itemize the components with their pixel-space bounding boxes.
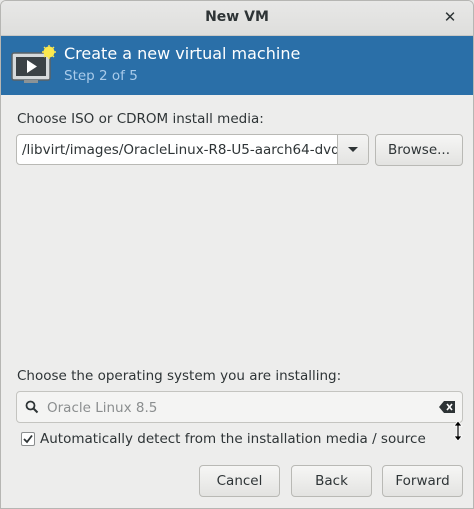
- checkmark-icon: [23, 434, 33, 444]
- close-icon[interactable]: ✕: [441, 8, 459, 26]
- window-title: New VM: [205, 9, 269, 25]
- back-button[interactable]: Back: [291, 465, 372, 497]
- os-search-field: [16, 391, 463, 423]
- banner-heading: Create a new virtual machine: [64, 44, 301, 63]
- new-vm-window: New VM ✕ Create a new virtual machine St…: [0, 0, 474, 509]
- forward-button[interactable]: Forward: [382, 465, 463, 497]
- browse-button[interactable]: Browse...: [375, 134, 463, 166]
- install-media-label: Choose ISO or CDROM install media:: [17, 111, 264, 127]
- install-media-combo: [16, 134, 369, 165]
- os-label: Choose the operating system you are inst…: [17, 368, 342, 384]
- clear-icon[interactable]: [439, 401, 455, 413]
- autodetect-checkbox[interactable]: [21, 432, 35, 446]
- resize-cursor-icon: [453, 421, 463, 441]
- step-indicator: Step 2 of 5: [64, 68, 138, 84]
- search-icon: [25, 400, 39, 414]
- virtual-machine-icon: [11, 45, 56, 83]
- header-banner: Create a new virtual machine Step 2 of 5: [1, 36, 473, 95]
- titlebar: New VM ✕: [1, 1, 473, 36]
- os-search-input[interactable]: [45, 394, 429, 422]
- chevron-down-icon[interactable]: [337, 135, 368, 164]
- cancel-button[interactable]: Cancel: [199, 465, 280, 497]
- autodetect-label[interactable]: Automatically detect from the installati…: [40, 431, 426, 447]
- install-media-path-input[interactable]: [18, 136, 338, 163]
